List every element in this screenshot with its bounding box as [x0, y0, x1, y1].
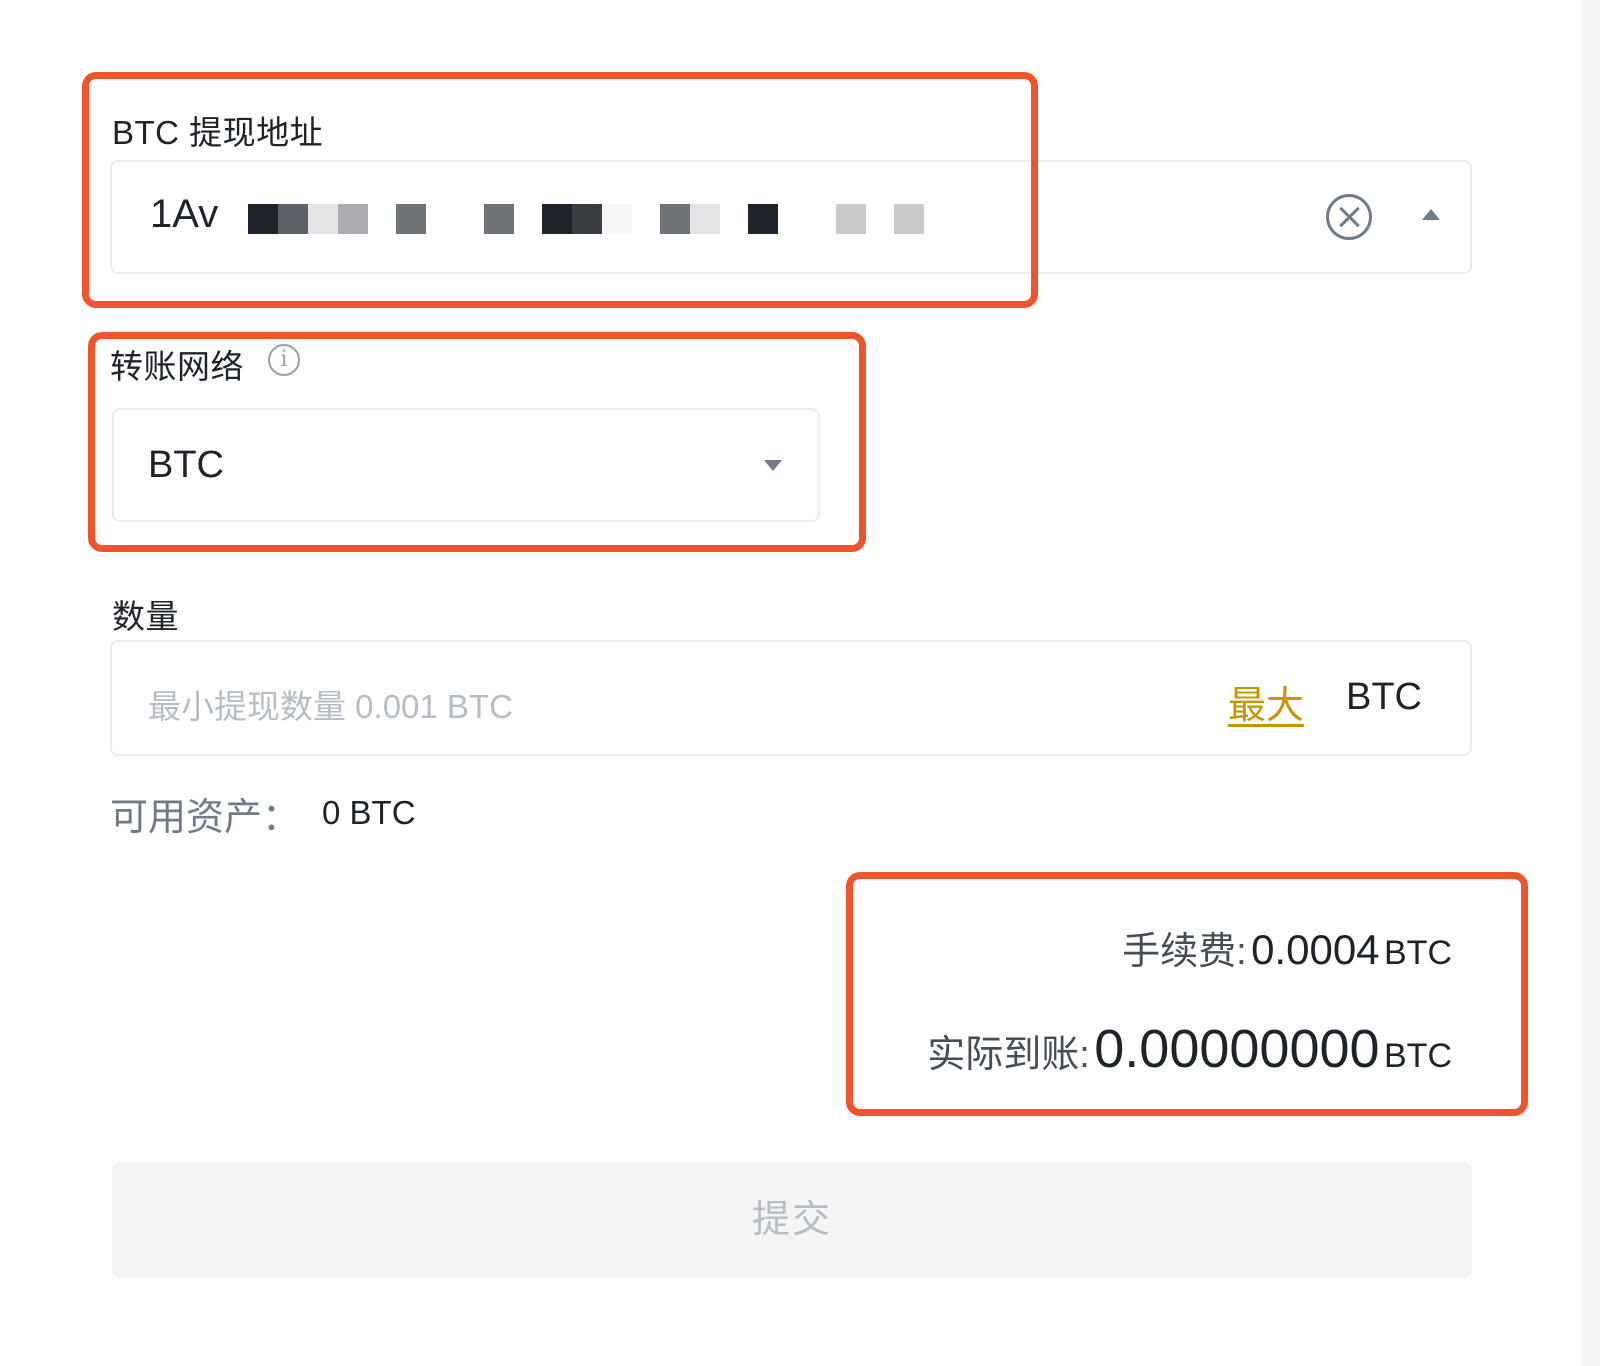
available-value: 0 BTC	[322, 794, 416, 831]
fee-value: 0.0004	[1251, 926, 1380, 973]
available-label: 可用资产：	[110, 797, 301, 839]
fee-unit: BTC	[1384, 934, 1452, 972]
withdraw-form: BTC 提现地址 1Av 转账网络 i BTC 数量 最小提现数量 0.001 …	[0, 0, 1600, 1366]
amount-unit: BTC	[1346, 676, 1422, 718]
network-selected-value: BTC	[148, 444, 224, 486]
amount-placeholder: 最小提现数量 0.001 BTC	[148, 688, 513, 725]
address-label: BTC 提现地址	[112, 114, 324, 151]
fee-label: 手续费:	[1122, 931, 1247, 973]
address-value: 1Av	[150, 192, 219, 236]
max-button[interactable]: 最大	[1228, 674, 1304, 729]
info-icon[interactable]: i	[268, 344, 300, 376]
received-row: 实际到账: 0.00000000 BTC	[927, 1018, 1452, 1080]
clear-icon[interactable]	[1326, 194, 1372, 240]
received-label: 实际到账:	[927, 1034, 1090, 1076]
address-input[interactable]: 1Av	[110, 160, 1472, 274]
chevron-down-icon	[764, 460, 782, 471]
amount-input[interactable]: 最小提现数量 0.001 BTC 最大 BTC	[110, 640, 1472, 756]
fee-row: 手续费: 0.0004 BTC	[1122, 920, 1452, 975]
amount-label: 数量	[112, 598, 179, 635]
network-label: 转账网络	[110, 348, 244, 385]
received-value: 0.00000000	[1094, 1019, 1380, 1079]
caret-up-icon[interactable]	[1422, 209, 1440, 220]
received-unit: BTC	[1384, 1037, 1452, 1075]
submit-button[interactable]: 提交	[112, 1162, 1472, 1278]
network-select[interactable]: BTC	[112, 408, 820, 522]
